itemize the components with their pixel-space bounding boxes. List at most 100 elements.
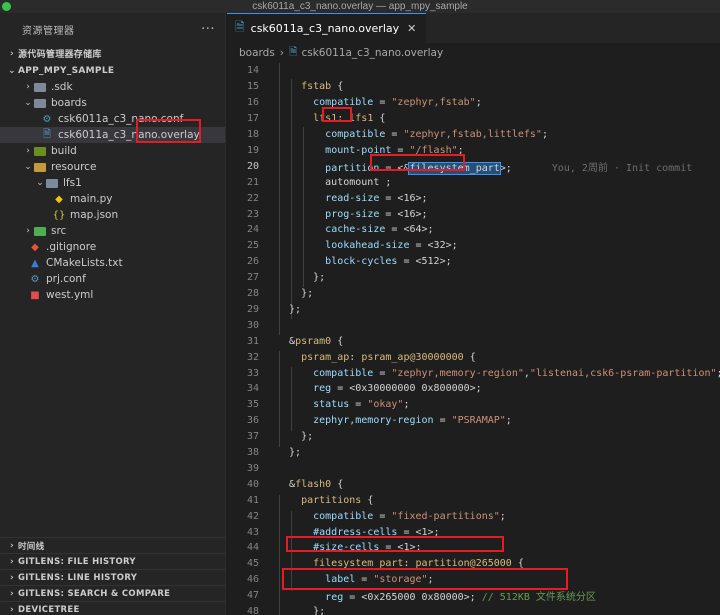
code-line[interactable]: 25 lookahead-size = <32>;: [227, 238, 720, 254]
git-blame-annotation: You, 2周前 · Init commit: [551, 162, 693, 174]
chevron-down-icon: ⌄: [24, 98, 32, 108]
tree-item[interactable]: ⚙ prj.conf: [0, 271, 225, 287]
line-number: 22: [246, 192, 259, 204]
tree-item[interactable]: ◆ .gitignore: [0, 239, 225, 255]
line-text: block-cycles = <512>;: [325, 256, 452, 268]
tree-item[interactable]: {} map.json: [0, 207, 225, 223]
line-text: label = "storage";: [325, 574, 434, 586]
line-number: 37: [246, 431, 259, 443]
code-line[interactable]: 27 };: [227, 270, 720, 286]
folder-icon: [46, 178, 58, 188]
gear-icon: ⚙: [30, 273, 40, 285]
line-number: 35: [246, 399, 259, 411]
code-line[interactable]: 22 read-size = <16>;: [227, 190, 720, 206]
code-line[interactable]: 42 compatible = "fixed-partitions";: [227, 508, 720, 524]
tree-item[interactable]: › src: [0, 223, 225, 239]
line-number: 29: [246, 303, 259, 315]
code-line[interactable]: 24 cache-size = <64>;: [227, 222, 720, 238]
explorer-section-header[interactable]: ⌄ APP_MPY_SAMPLE: [0, 62, 225, 79]
folder-icon: [34, 82, 46, 92]
gitlens-file-history-section[interactable]: › GITLENS: FILE HISTORY: [0, 553, 226, 569]
close-icon[interactable]: ✕: [407, 22, 416, 35]
code-line[interactable]: 36 zephyr,memory-region = "PSRAMAP";: [227, 413, 720, 429]
tree-item[interactable]: ■ west.yml: [0, 287, 225, 303]
code-line[interactable]: 48 };: [227, 604, 720, 615]
tree-item[interactable]: › .sdk: [0, 79, 225, 95]
code-line[interactable]: 46 label = "storage";: [227, 572, 720, 588]
tree-item-label: csk6011a_c3_nano.conf: [58, 113, 184, 125]
gitlens-search-compare-section[interactable]: › GITLENS: SEARCH & COMPARE: [0, 585, 226, 601]
line-number: 43: [246, 526, 259, 538]
line-number: 17: [246, 113, 259, 125]
tree-item[interactable]: › build: [0, 143, 225, 159]
code-line[interactable]: 19 mount-point = "/flash";: [227, 143, 720, 159]
code-line[interactable]: 35 status = "okay";: [227, 397, 720, 413]
file-icon: 🗎: [42, 128, 52, 140]
code-line[interactable]: 21 automount ;: [227, 174, 720, 190]
code-line[interactable]: 44 #size-cells = <1>;: [227, 540, 720, 556]
code-line[interactable]: 43 #address-cells = <1>;: [227, 524, 720, 540]
line-text: fstab {: [301, 81, 344, 93]
code-line[interactable]: 37 };: [227, 429, 720, 445]
window-title: csk6011a_c3_nano.overlay — app_mpy_sampl…: [252, 1, 468, 12]
code-line[interactable]: 47 reg = <0x265000 0x80000>; // 512KB 文件…: [227, 588, 720, 604]
code-line[interactable]: 38 };: [227, 445, 720, 461]
tree-item[interactable]: 🗎 csk6011a_c3_nano.overlay: [0, 127, 225, 143]
code-line[interactable]: 18 compatible = "zephyr,fstab,littlefs";: [227, 127, 720, 143]
timeline-section[interactable]: › 时间线: [0, 537, 226, 553]
line-text: compatible = "fixed-partitions";: [313, 510, 506, 522]
code-line[interactable]: 33 compatible = "zephyr,memory-region","…: [227, 365, 720, 381]
tree-item[interactable]: ⌄ boards: [0, 95, 225, 111]
line-text: lfs1: lfs1 {: [313, 113, 386, 125]
gear-icon: ⚙: [42, 113, 52, 125]
code-line[interactable]: 23 prog-size = <16>;: [227, 206, 720, 222]
tab-overlay-file[interactable]: 🗎 csk6011a_c3_nano.overlay ✕: [227, 13, 427, 43]
code-line[interactable]: 26 block-cycles = <512>;: [227, 254, 720, 270]
file-tree: › .sdk ⌄ boards ⚙ csk6011a_c3_nano.conf 🗎 csk60…: [0, 79, 225, 303]
code-line[interactable]: 39: [227, 461, 720, 477]
tree-item[interactable]: ▲ CMakeLists.txt: [0, 255, 225, 271]
tree-item-label: build: [51, 145, 77, 157]
tree-item[interactable]: ◆ main.py: [0, 191, 225, 207]
line-text: &psram0 {: [277, 335, 344, 347]
code-area[interactable]: 14 15 fstab {16 compatible = "zephyr,fsta…: [227, 63, 720, 615]
line-number: 36: [246, 415, 259, 427]
code-line[interactable]: 32 psram_ap: psram_ap@30000000 {: [227, 349, 720, 365]
code-line[interactable]: 41 partitions {: [227, 492, 720, 508]
section-label: GITLENS: FILE HISTORY: [18, 556, 136, 567]
tree-item[interactable]: ⌄ resource: [0, 159, 225, 175]
breadcrumb-file[interactable]: csk6011a_c3_nano.overlay: [301, 47, 443, 59]
code-line[interactable]: 20 partition = <&filesystem_part>; You, 2…: [227, 158, 720, 175]
scm-section-header[interactable]: › 源代码管理器存储库: [0, 45, 225, 62]
code-line[interactable]: 29 };: [227, 302, 720, 318]
code-line[interactable]: 40 &flash0 {: [227, 476, 720, 492]
code-line[interactable]: 30: [227, 317, 720, 333]
code-line[interactable]: 45 filesystem_part: partition@265000 {: [227, 556, 720, 572]
line-number: 45: [246, 558, 259, 570]
line-number: 20: [246, 160, 259, 172]
gitlens-line-history-section[interactable]: › GITLENS: LINE HISTORY: [0, 569, 226, 585]
explorer-title: 资源管理器: [22, 25, 75, 37]
tree-item[interactable]: ⚙ csk6011a_c3_nano.conf: [0, 111, 225, 127]
code-line[interactable]: 34 reg = <0x30000000 0x800000>;: [227, 381, 720, 397]
chevron-right-icon: ›: [9, 48, 14, 59]
code-line[interactable]: 16 compatible = "zephyr,fstab";: [227, 95, 720, 111]
tree-item[interactable]: ⌄ lfs1: [0, 175, 225, 191]
code-line[interactable]: 17 lfs1: lfs1 {: [227, 111, 720, 127]
code-line[interactable]: 31 &psram0 {: [227, 333, 720, 349]
line-text: filesystem_part: partition@265000 {: [313, 558, 524, 570]
line-number: 46: [246, 574, 259, 586]
code-line[interactable]: 28 };: [227, 286, 720, 302]
ellipsis-icon[interactable]: ···: [201, 22, 215, 37]
line-text: };: [277, 303, 302, 315]
devicetree-section[interactable]: › DEVICETREE: [0, 601, 226, 615]
folder-icon: [34, 162, 46, 172]
tree-item-label: lfs1: [63, 177, 82, 189]
breadcrumb-folder[interactable]: boards: [239, 47, 275, 59]
editor: 🗎 csk6011a_c3_nano.overlay ✕ boards › 🗎 …: [227, 13, 720, 615]
line-text: psram_ap: psram_ap@30000000 {: [301, 351, 476, 363]
line-text: };: [277, 288, 314, 300]
code-line[interactable]: 15 fstab {: [227, 79, 720, 95]
section-label: 时间线: [18, 541, 45, 552]
code-line[interactable]: 14: [227, 63, 720, 79]
